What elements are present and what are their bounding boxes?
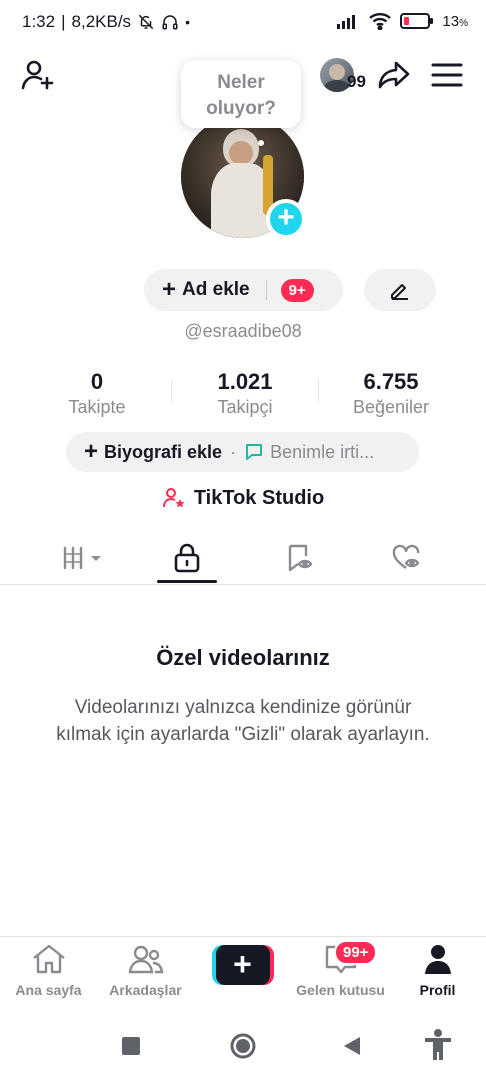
stat-followers-label: Takipçi: [217, 397, 273, 417]
profile-icon: [424, 945, 451, 974]
stat-likes-value: 6.755: [363, 369, 419, 394]
edit-profile-button[interactable]: [364, 269, 436, 311]
lock-icon: [174, 543, 200, 572]
avatar-shortcut-button[interactable]: 99: [320, 58, 368, 94]
contact-button[interactable]: Benimle irti...: [244, 442, 374, 463]
bubble-line-2: oluyor?: [206, 98, 276, 119]
stat-likes[interactable]: 6.755 Beğeniler: [326, 369, 456, 418]
headphones-icon: [162, 15, 178, 30]
nav-friends-label: Arkadaşlar: [109, 982, 182, 998]
pencil-icon: [391, 284, 408, 300]
battery-level: 13%: [442, 12, 468, 30]
share-profile-button[interactable]: [376, 57, 412, 93]
status-dot: •: [185, 14, 190, 30]
system-navigation: [0, 1010, 486, 1080]
bubble-tail: [258, 140, 264, 146]
bottom-navigation: Ana sayfa Arkadaşlar + Gelen kutusu Prof…: [0, 936, 486, 1010]
username: @esraadibe08: [184, 321, 302, 341]
status-speed: 8,2KB/s: [71, 12, 132, 31]
nav-home[interactable]: Ana sayfa: [0, 943, 97, 1005]
circle-icon: [230, 1033, 256, 1059]
stat-likes-label: Beğeniler: [352, 397, 430, 417]
empty-state-description: Videolarınızı yalnızca kendinize görünür…: [56, 697, 430, 745]
inbox-badge: 99+: [334, 940, 378, 965]
home-system-button[interactable]: [229, 1032, 257, 1060]
triangle-back-icon: [344, 1037, 360, 1055]
add-name-label: Ad ekle: [182, 279, 250, 300]
battery-icon: [400, 13, 434, 29]
nav-create[interactable]: +: [194, 945, 291, 1007]
status-right: 13%: [336, 12, 468, 30]
status-bubble[interactable]: Neler oluyor?: [181, 60, 301, 128]
avatar-add-button[interactable]: +: [266, 199, 306, 239]
status-left: 1:32 | 8,2KB/s •: [22, 12, 190, 31]
divider: [265, 280, 267, 300]
nav-inbox-label: Gelen kutusu: [296, 982, 385, 998]
add-bio-button[interactable]: + Biyografi ekle: [84, 438, 223, 465]
plus-icon: +: [162, 276, 177, 303]
status-time: 1:32: [22, 12, 56, 31]
nav-profile-label: Profil: [419, 982, 456, 998]
tab-saved[interactable]: [240, 530, 360, 585]
nav-home-label: Ana sayfa: [15, 982, 82, 998]
add-bio-label: Biyografi ekle: [104, 441, 223, 462]
home-icon: [32, 944, 65, 974]
contact-label: Benimle irti...: [270, 441, 375, 462]
studio-user-star-icon: [162, 488, 185, 508]
accessibility-button[interactable]: [423, 1028, 453, 1062]
avatar-badge: 99: [347, 72, 366, 91]
friends-icon: [128, 945, 163, 974]
stat-following-value: 0: [90, 369, 104, 394]
bookmark-eye-icon: [288, 544, 313, 571]
share-icon: [378, 61, 410, 89]
stat-followers-value: 1.021: [217, 369, 273, 394]
content-tabs: [0, 530, 486, 585]
bio-pill: + Biyografi ekle · Benimle irti...: [66, 432, 419, 472]
stat-following[interactable]: 0 Takipte: [32, 369, 162, 418]
recents-button[interactable]: [120, 1035, 142, 1057]
bell-off-icon: [138, 14, 154, 30]
name-badge: 9+: [280, 278, 314, 302]
create-button: +: [211, 945, 274, 985]
tab-liked[interactable]: [348, 530, 468, 585]
back-button[interactable]: [340, 1034, 364, 1058]
menu-button[interactable]: [430, 60, 464, 90]
heart-eye-icon: [392, 544, 420, 569]
stat-divider: [318, 380, 319, 402]
empty-state-title: Özel videolarınız: [156, 645, 330, 670]
active-tab-indicator: [157, 580, 217, 583]
plus-icon: +: [84, 438, 99, 465]
signal-icon: [337, 15, 356, 29]
nav-friends[interactable]: Arkadaşlar: [97, 943, 194, 1005]
chat-icon: [246, 444, 263, 460]
hamburger-icon: [431, 63, 463, 87]
nav-profile[interactable]: Profil: [389, 943, 486, 1005]
square-icon: [122, 1037, 140, 1055]
tab-videos[interactable]: [23, 530, 143, 585]
add-name-button[interactable]: + Ad ekle 9+: [144, 269, 343, 311]
wifi-icon: [369, 13, 392, 30]
status-bar: 1:32 | 8,2KB/s • 13%: [0, 0, 486, 48]
tab-private[interactable]: [127, 530, 247, 585]
stat-followers[interactable]: 1.021 Takipçi: [180, 369, 310, 418]
accessibility-icon: [425, 1029, 451, 1060]
tiktok-studio-link[interactable]: TikTok Studio: [0, 486, 486, 510]
studio-label: TikTok Studio: [193, 486, 325, 509]
add-friend-button[interactable]: [20, 57, 56, 93]
stat-following-label: Takipte: [68, 397, 126, 417]
grid-icon: [63, 546, 101, 569]
separator-dot: ·: [230, 441, 237, 462]
add-user-icon: [21, 60, 54, 90]
stat-divider: [171, 380, 172, 402]
bubble-line-1: Neler: [217, 72, 265, 93]
